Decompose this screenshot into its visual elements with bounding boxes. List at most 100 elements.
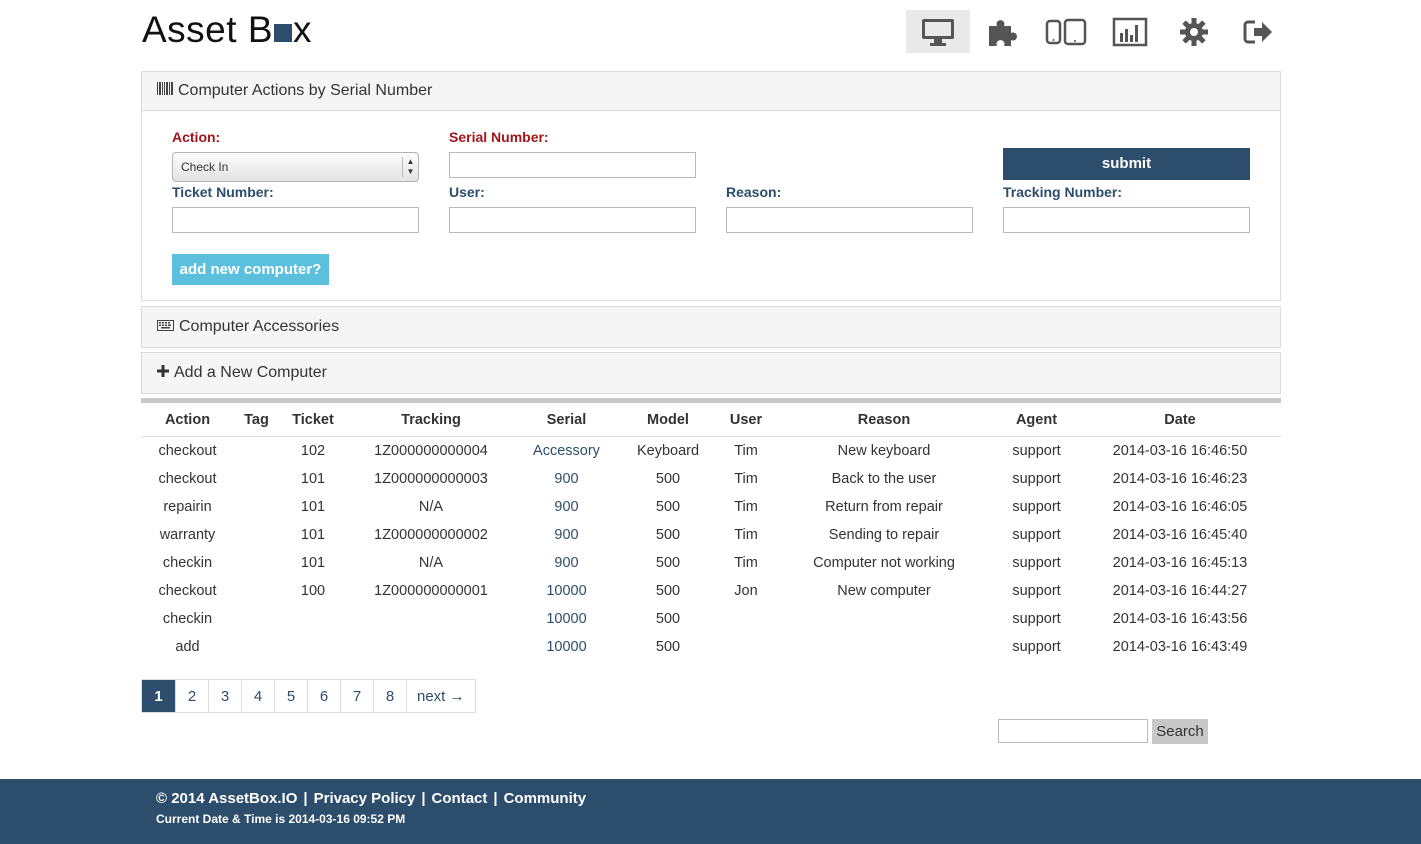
add-new-computer-button[interactable]: add new computer? xyxy=(172,254,329,285)
page-link[interactable]: 2 xyxy=(175,680,208,712)
barcode-icon xyxy=(157,82,173,100)
table-cell xyxy=(718,605,774,633)
table-cell: N/A xyxy=(418,498,444,515)
page-link[interactable]: 7 xyxy=(340,680,373,712)
table-cell: Tim xyxy=(734,554,758,571)
page-link[interactable]: 1 xyxy=(142,680,175,712)
table-row[interactable]: checkout 102 1Z000000000004 Accessory Keyboa… xyxy=(141,437,1281,465)
submit-button[interactable]: submit xyxy=(1003,148,1250,180)
table-cell xyxy=(774,633,994,661)
table-cell: support xyxy=(1012,638,1061,655)
accessories-header[interactable]: Computer Accessories xyxy=(142,307,1280,347)
search-input[interactable] xyxy=(998,719,1148,743)
column-header[interactable]: Serial xyxy=(515,398,618,437)
search-button[interactable]: Search xyxy=(1152,719,1208,744)
add-computer-header[interactable]: Add a New Computer xyxy=(142,353,1280,393)
table-row[interactable]: checkout 100 1Z000000000001 10000 500 Jon New … xyxy=(141,577,1281,605)
table-row[interactable]: checkout 101 1Z000000000003 900 500 Tim Back t… xyxy=(141,465,1281,493)
puzzle-icon[interactable] xyxy=(970,10,1034,53)
next-page-link[interactable]: next → xyxy=(406,680,475,712)
page-link[interactable]: 4 xyxy=(241,680,274,712)
app-logo[interactable]: Asset B x xyxy=(142,10,312,50)
table-cell xyxy=(234,549,279,577)
table-cell: 500 xyxy=(655,610,681,627)
page-link[interactable]: 6 xyxy=(307,680,340,712)
column-header[interactable]: Tracking xyxy=(347,398,515,437)
table-row[interactable]: warranty 101 1Z000000000002 900 500 Tim Sendin… xyxy=(141,521,1281,549)
serial-number-input[interactable] xyxy=(449,152,696,178)
page-link[interactable]: 3 xyxy=(208,680,241,712)
column-header[interactable]: Agent xyxy=(994,398,1079,437)
user-input[interactable] xyxy=(449,207,696,233)
column-header[interactable]: Ticket xyxy=(279,398,347,437)
gear-icon[interactable] xyxy=(1162,10,1226,53)
table-cell: support xyxy=(1012,554,1061,571)
table-cell: warranty xyxy=(159,526,216,543)
table-row[interactable]: checkin 101 N/A 900 500 Tim Computer not worki… xyxy=(141,549,1281,577)
table-cell: 500 xyxy=(655,498,681,515)
serial-actions-panel: Computer Actions by Serial Number Action… xyxy=(141,71,1281,301)
top-nav xyxy=(906,10,1290,53)
table-cell: checkout xyxy=(158,582,217,599)
footer-link-privacy[interactable]: Privacy Policy xyxy=(314,790,416,807)
table-cell: Computer not working xyxy=(813,554,955,571)
column-header[interactable]: User xyxy=(718,398,774,437)
table-cell: checkin xyxy=(162,610,213,627)
tracking-number-input[interactable] xyxy=(1003,207,1250,233)
action-select-value: Check In xyxy=(181,160,229,174)
page-link[interactable]: 5 xyxy=(274,680,307,712)
action-select[interactable]: Check In ▲ ▼ xyxy=(172,152,419,182)
ticket-number-input[interactable] xyxy=(172,207,419,233)
column-header[interactable]: Model xyxy=(618,398,718,437)
table-cell: 900 xyxy=(554,554,579,571)
table-row[interactable]: checkin 10000 500 support 2014-03-16 16:43:5… xyxy=(141,605,1281,633)
footer-link-community[interactable]: Community xyxy=(504,790,587,807)
logo-text-prefix: Asset B xyxy=(142,9,273,50)
plus-icon xyxy=(157,364,169,382)
table-cell: Tim xyxy=(734,442,758,459)
table-cell: Tim xyxy=(734,526,758,543)
table-cell: New keyboard xyxy=(837,442,931,459)
column-header[interactable]: Action xyxy=(141,398,234,437)
logo-text-suffix: x xyxy=(293,9,312,50)
footer-datetime: Current Date & Time is 2014-03-16 09:52 … xyxy=(156,812,406,826)
devices-icon[interactable] xyxy=(1034,10,1098,53)
table-cell: Accessory xyxy=(533,442,600,459)
table-cell: checkout xyxy=(158,470,217,487)
table-cell: 101 xyxy=(300,498,326,515)
add-computer-panel: Add a New Computer xyxy=(141,352,1281,394)
footer-link-contact[interactable]: Contact xyxy=(432,790,488,807)
table-cell: 1Z000000000002 xyxy=(374,526,488,543)
table-cell: 2014-03-16 16:45:13 xyxy=(1112,554,1248,571)
column-header[interactable]: Reason xyxy=(774,398,994,437)
accessories-panel: Computer Accessories xyxy=(141,306,1281,348)
table-cell xyxy=(234,633,279,661)
reason-input[interactable] xyxy=(726,207,973,233)
serial-number-label: Serial Number: xyxy=(449,129,549,145)
table-cell: 102 xyxy=(300,442,326,459)
table-header-row: Action Tag Ticket Tracking Serial Model User Re… xyxy=(141,398,1281,437)
table-cell: New computer xyxy=(837,582,931,599)
column-header[interactable]: Tag xyxy=(234,398,279,437)
bar-chart-icon[interactable] xyxy=(1098,10,1162,53)
logout-icon[interactable] xyxy=(1226,10,1290,53)
table-cell: 10000 xyxy=(546,582,587,599)
column-header[interactable]: Date xyxy=(1079,398,1281,437)
table-cell xyxy=(234,465,279,493)
serial-actions-header[interactable]: Computer Actions by Serial Number xyxy=(142,72,1280,111)
table-row[interactable]: add 10000 500 support 2014-03-16 16:43:49 xyxy=(141,633,1281,661)
table-cell: 2014-03-16 16:43:49 xyxy=(1112,638,1248,655)
table-cell: checkout xyxy=(158,442,217,459)
page-link[interactable]: 8 xyxy=(373,680,406,712)
table-cell xyxy=(234,521,279,549)
desktop-icon[interactable] xyxy=(906,10,970,53)
table-row[interactable]: repairin 101 N/A 900 500 Tim Return from repai… xyxy=(141,493,1281,521)
select-arrows-icon: ▲ ▼ xyxy=(402,157,418,177)
table-cell: 2014-03-16 16:46:05 xyxy=(1112,498,1248,515)
table-cell xyxy=(234,493,279,521)
table-cell: support xyxy=(1012,442,1061,459)
footer-separator: | xyxy=(493,790,498,807)
table-cell: 900 xyxy=(554,470,579,487)
table-cell xyxy=(718,633,774,661)
table-cell xyxy=(234,437,279,465)
